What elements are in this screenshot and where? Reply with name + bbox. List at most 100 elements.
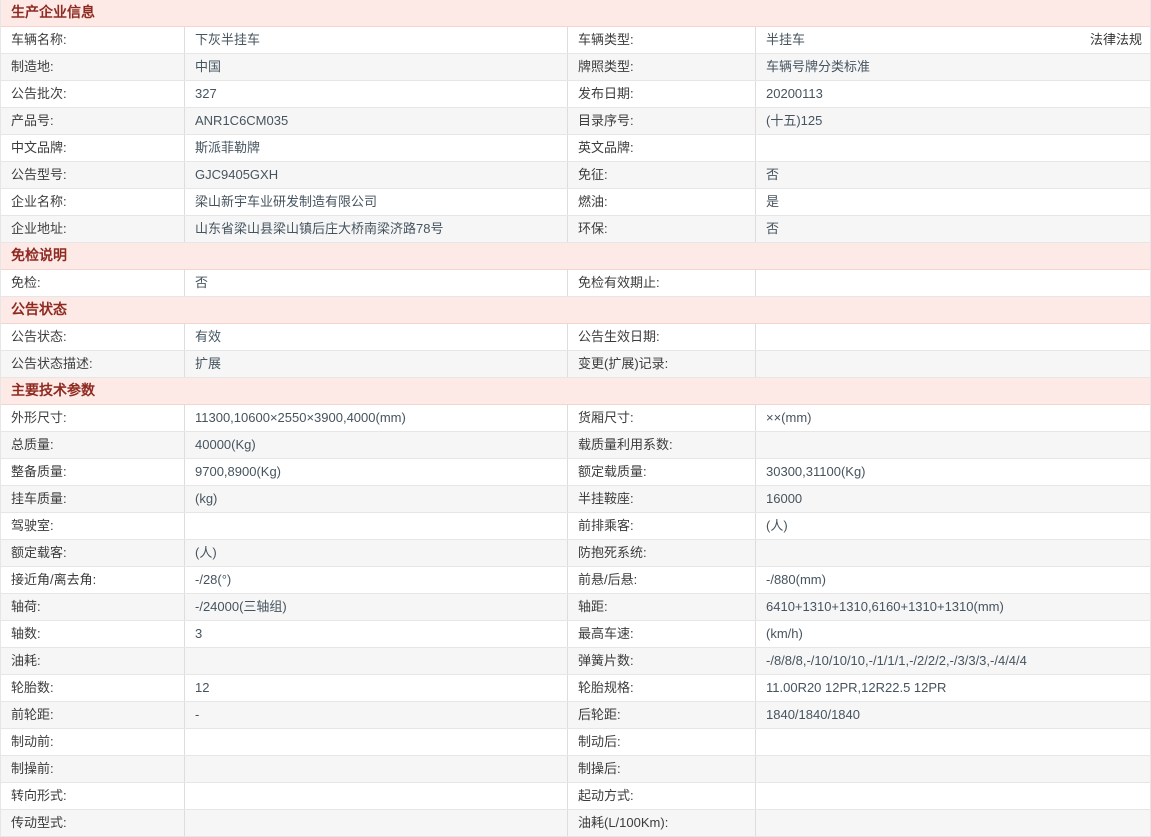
- field-value: 车辆号牌分类标准: [766, 59, 871, 74]
- field-value: (十五)125: [766, 113, 823, 128]
- field-value: 梁山新宇车业研发制造有限公司: [185, 189, 568, 215]
- field-value: ××(mm): [766, 410, 812, 425]
- field-value: (km/h): [766, 626, 803, 641]
- field-label: 传动型式:: [1, 810, 185, 836]
- field-value: 中国: [185, 54, 568, 80]
- field-label: 油耗(L/100Km):: [568, 810, 756, 836]
- field-label: 公告状态描述:: [1, 351, 185, 377]
- field-value: -/8/8/8,-/10/10/10,-/1/1/1,-/2/2/2,-/3/3…: [766, 653, 1027, 668]
- table-row: 制操前: 制操后:: [1, 756, 1150, 783]
- table-row: 外形尺寸: 11300,10600×2550×3900,4000(mm) 货厢尺…: [1, 405, 1150, 432]
- field-label: 轮胎数:: [1, 675, 185, 701]
- field-value: 斯派菲勒牌: [185, 135, 568, 161]
- field-label: 英文品牌:: [568, 135, 756, 161]
- field-label: 载质量利用系数:: [568, 432, 756, 458]
- field-value: 12: [185, 675, 568, 701]
- table-row: 轮胎数: 12 轮胎规格: 11.00R20 12PR,12R22.5 12PR: [1, 675, 1150, 702]
- table-row: 额定载客: (人) 防抱死系统:: [1, 540, 1150, 567]
- field-value: 半挂车: [766, 32, 806, 47]
- field-value: 11300,10600×2550×3900,4000(mm): [185, 405, 568, 431]
- field-value: 40000(Kg): [185, 432, 568, 458]
- field-value: 下灰半挂车: [185, 27, 568, 53]
- section-title: 生产企业信息: [1, 0, 1150, 27]
- field-label: 车辆名称:: [1, 27, 185, 53]
- table-row: 油耗: 弹簧片数: -/8/8/8,-/10/10/10,-/1/1/1,-/2…: [1, 648, 1150, 675]
- field-label: 制造地:: [1, 54, 185, 80]
- field-label: 免征:: [568, 162, 756, 188]
- field-value: 扩展: [185, 351, 568, 377]
- table-row: 转向形式: 起动方式:: [1, 783, 1150, 810]
- field-label: 前排乘客:: [568, 513, 756, 539]
- field-label: 公告型号:: [1, 162, 185, 188]
- field-label: 额定载客:: [1, 540, 185, 566]
- table-row: 公告状态描述: 扩展 变更(扩展)记录:: [1, 351, 1150, 378]
- field-label: 公告批次:: [1, 81, 185, 107]
- field-label: 中文品牌:: [1, 135, 185, 161]
- field-label: 转向形式:: [1, 783, 185, 809]
- field-label: 发布日期:: [568, 81, 756, 107]
- field-label: 免检:: [1, 270, 185, 296]
- field-label: 制操后:: [568, 756, 756, 782]
- field-label: 变更(扩展)记录:: [568, 351, 756, 377]
- field-value: [185, 513, 568, 539]
- field-value: [185, 810, 568, 836]
- field-label: 前轮距:: [1, 702, 185, 728]
- field-value: [185, 648, 568, 674]
- table-row: 免检: 否 免检有效期止:: [1, 270, 1150, 297]
- table-row: 传动型式: 油耗(L/100Km):: [1, 810, 1150, 837]
- field-label: 轴荷:: [1, 594, 185, 620]
- table-row: 产品号: ANR1C6CM035 目录序号: (十五)125: [1, 108, 1150, 135]
- field-label: 轴距:: [568, 594, 756, 620]
- field-value: 30300,31100(Kg): [766, 464, 866, 479]
- field-value: [185, 729, 568, 755]
- field-value: 16000: [766, 491, 803, 506]
- field-label: 制操前:: [1, 756, 185, 782]
- field-value: (kg): [185, 486, 568, 512]
- table-row: 制造地: 中国 牌照类型: 车辆号牌分类标准: [1, 54, 1150, 81]
- field-value: 9700,8900(Kg): [185, 459, 568, 485]
- section-title: 免检说明: [1, 243, 1150, 270]
- field-label: 公告状态:: [1, 324, 185, 350]
- legal-link[interactable]: 法律法规: [1090, 27, 1142, 53]
- field-label: 前悬/后悬:: [568, 567, 756, 593]
- field-label: 总质量:: [1, 432, 185, 458]
- field-label: 企业地址:: [1, 216, 185, 242]
- field-value: (人): [766, 518, 788, 533]
- field-label: 挂车质量:: [1, 486, 185, 512]
- table-row: 总质量: 40000(Kg) 载质量利用系数:: [1, 432, 1150, 459]
- field-label: 最高车速:: [568, 621, 756, 647]
- field-value: 有效: [185, 324, 568, 350]
- field-label: 货厢尺寸:: [568, 405, 756, 431]
- table-row: 公告状态: 有效 公告生效日期:: [1, 324, 1150, 351]
- field-label: 油耗:: [1, 648, 185, 674]
- field-value: 6410+1310+1310,6160+1310+1310(mm): [766, 599, 1004, 614]
- table-row: 轴荷: -/24000(三轴组) 轴距: 6410+1310+1310,6160…: [1, 594, 1150, 621]
- field-label: 轴数:: [1, 621, 185, 647]
- field-label: 弹簧片数:: [568, 648, 756, 674]
- field-label: 牌照类型:: [568, 54, 756, 80]
- field-value: 327: [185, 81, 568, 107]
- section-title: 主要技术参数: [1, 378, 1150, 405]
- table-row: 车辆名称: 下灰半挂车 车辆类型: 半挂车 法律法规: [1, 27, 1150, 54]
- field-label: 接近角/离去角:: [1, 567, 185, 593]
- field-label: 免检有效期止:: [568, 270, 756, 296]
- field-value: [185, 756, 568, 782]
- field-value: 20200113: [766, 86, 823, 101]
- field-label: 后轮距:: [568, 702, 756, 728]
- field-value: 否: [766, 167, 780, 182]
- field-value: GJC9405GXH: [185, 162, 568, 188]
- field-label: 制动后:: [568, 729, 756, 755]
- field-value: 山东省梁山县梁山镇后庄大桥南梁济路78号: [185, 216, 568, 242]
- table-row: 制动前: 制动后:: [1, 729, 1150, 756]
- field-label: 公告生效日期:: [568, 324, 756, 350]
- field-label: 整备质量:: [1, 459, 185, 485]
- table-row: 企业名称: 梁山新宇车业研发制造有限公司 燃油: 是: [1, 189, 1150, 216]
- vehicle-info-table: 生产企业信息 车辆名称: 下灰半挂车 车辆类型: 半挂车 法律法规 制造地: 中…: [0, 0, 1151, 837]
- table-row: 轴数: 3 最高车速: (km/h): [1, 621, 1150, 648]
- field-value: 1840/1840/1840: [766, 707, 860, 722]
- table-row: 公告批次: 327 发布日期: 20200113: [1, 81, 1150, 108]
- field-label: 燃油:: [568, 189, 756, 215]
- table-row: 接近角/离去角: -/28(°) 前悬/后悬: -/880(mm): [1, 567, 1150, 594]
- field-value: 3: [185, 621, 568, 647]
- field-value: [185, 783, 568, 809]
